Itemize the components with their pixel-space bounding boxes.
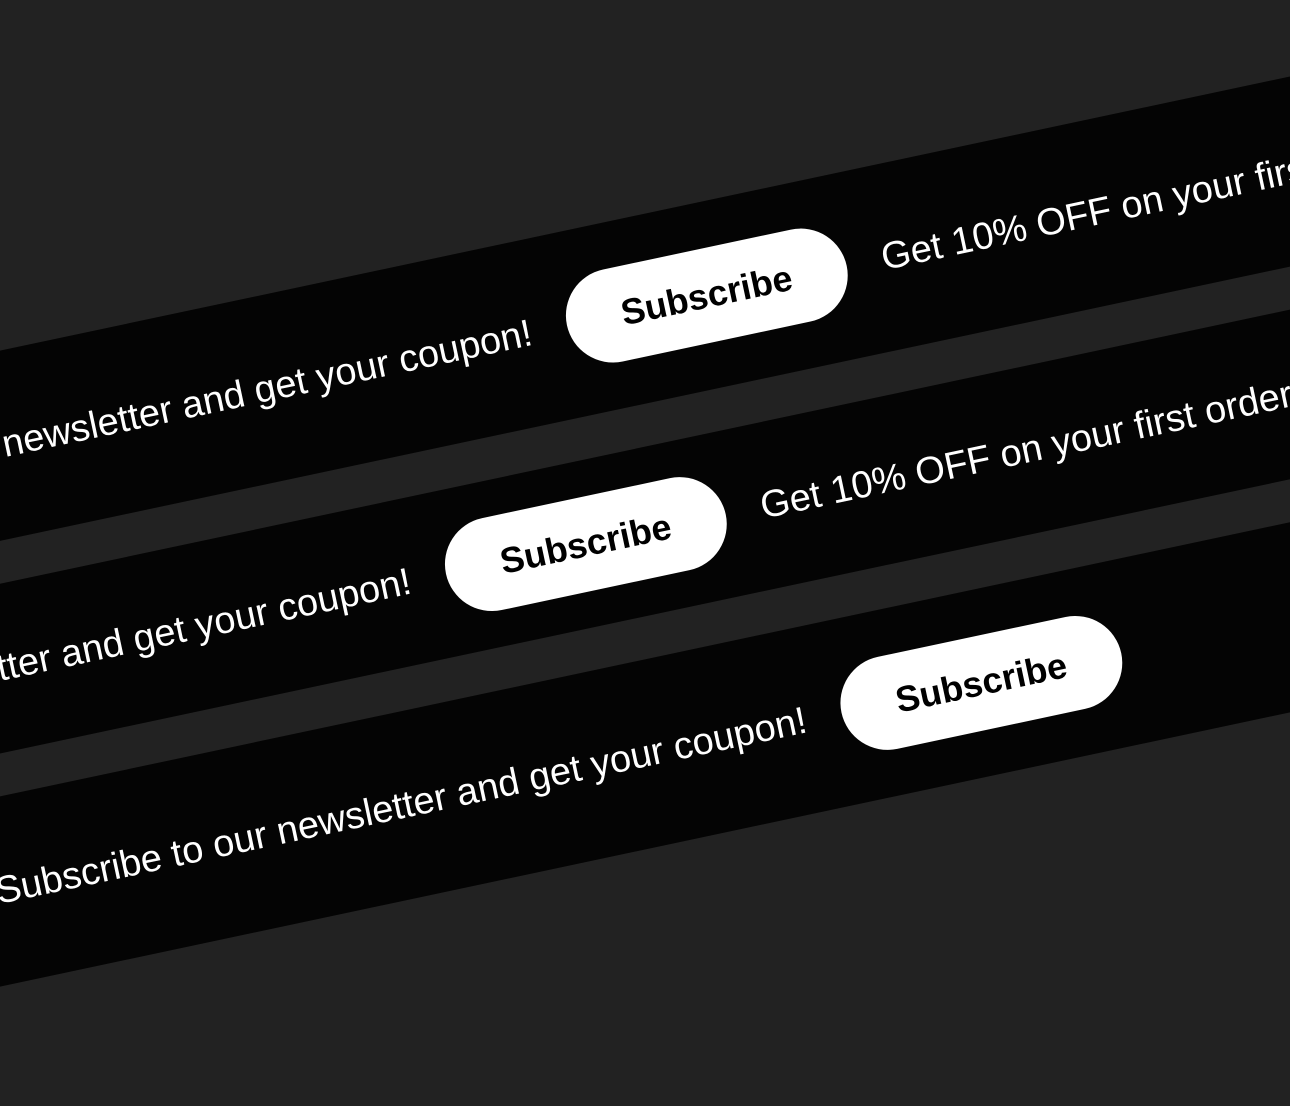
subscribe-button[interactable]: Subscribe: [832, 607, 1131, 758]
promo-message: Get 10% OFF on your first order. Subscri…: [0, 699, 811, 1030]
subscribe-button[interactable]: Subscribe: [557, 220, 856, 371]
promo-banner-stage: Get 10% OFF on your first order. Subscri…: [0, 0, 1290, 1106]
subscribe-button[interactable]: Subscribe: [436, 468, 735, 619]
promo-message: Get 10% OFF on your first order. Subscri…: [877, 0, 1290, 279]
rotated-banner-group: Get 10% OFF on your first order. Subscri…: [0, 26, 1290, 1081]
